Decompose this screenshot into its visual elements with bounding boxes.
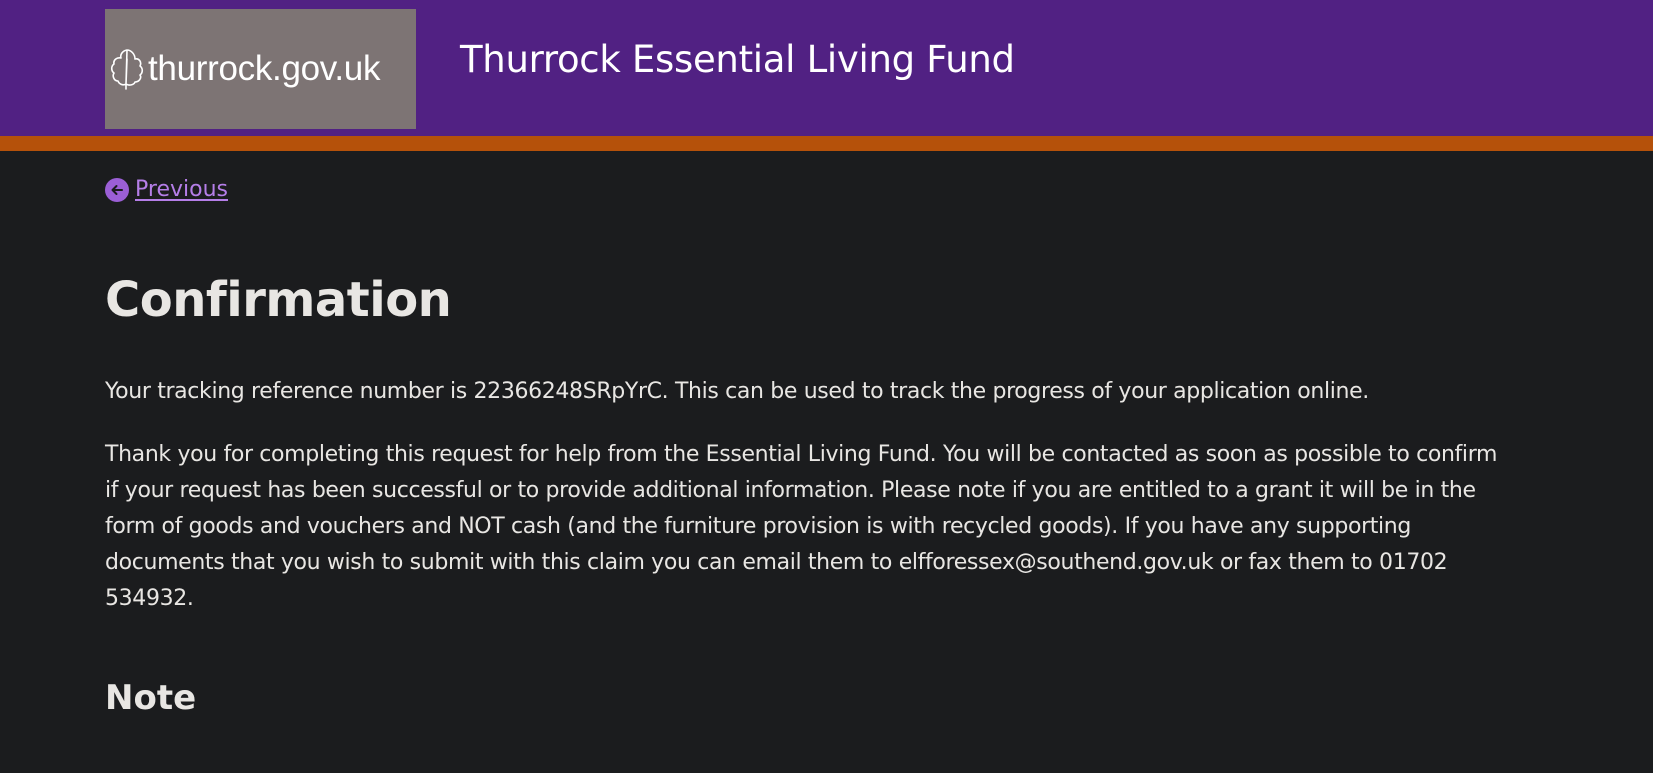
oak-leaf-icon <box>110 49 144 90</box>
page-title: Confirmation <box>105 272 452 328</box>
arrow-left-circle-icon <box>105 177 129 202</box>
previous-link[interactable]: Previous <box>105 177 228 202</box>
header-accent-stripe <box>0 136 1653 151</box>
site-logo[interactable]: thurrock.gov.uk <box>105 9 416 129</box>
previous-link-label: Previous <box>135 177 228 202</box>
note-heading: Note <box>105 678 197 718</box>
logo-text: thurrock.gov.uk <box>148 49 381 88</box>
tracking-reference-text: Your tracking reference number is 223662… <box>105 379 1369 404</box>
site-title: Thurrock Essential Living Fund <box>460 38 1015 81</box>
confirmation-message: Thank you for completing this request fo… <box>105 442 1498 611</box>
